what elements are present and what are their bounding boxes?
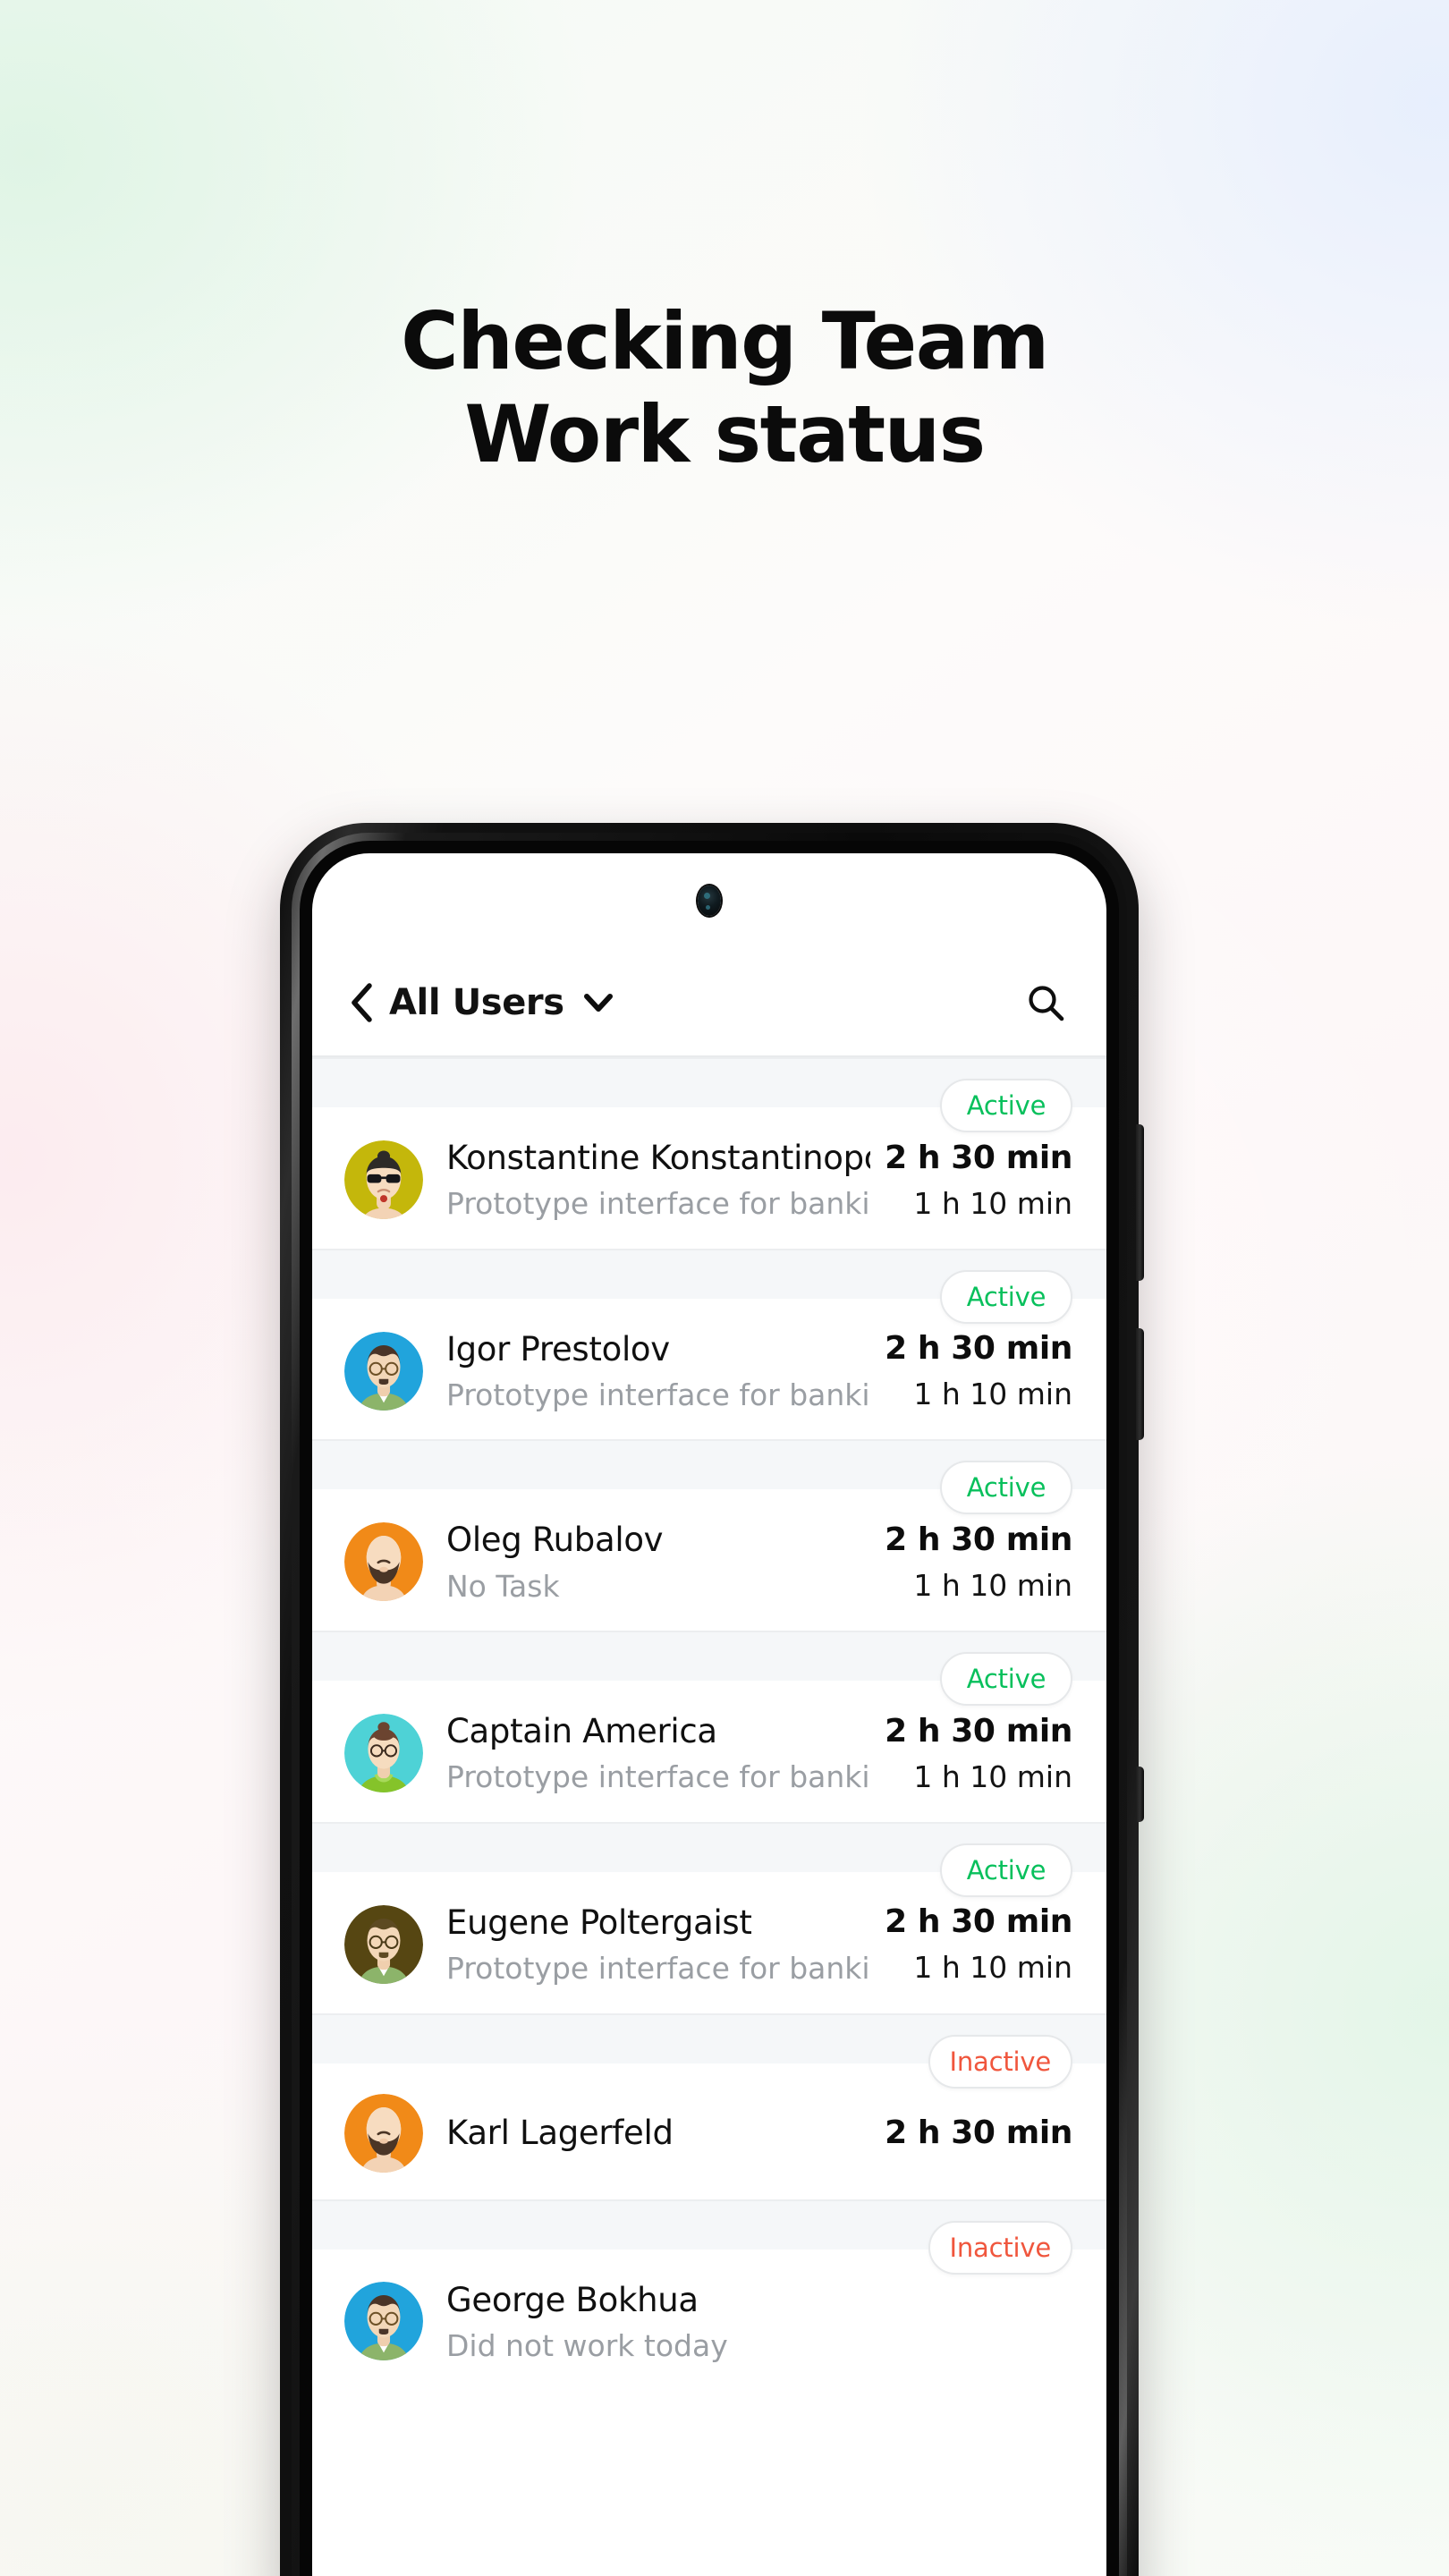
user-list[interactable]: Active Konstantine Konstantinopo... Proto…: [312, 1057, 1106, 2576]
user-list-item[interactable]: Active Eugene Poltergaist Prototype inter…: [312, 1821, 1106, 2013]
user-task: No Task: [446, 1568, 560, 1604]
user-name: Konstantine Konstantinopo...: [446, 1139, 871, 1177]
row-times: 2 h 30 min 1 h 10 min: [885, 1139, 1072, 1222]
avatar-glasses-blue-icon: [344, 2282, 423, 2361]
status-badge[interactable]: Active: [940, 1652, 1072, 1707]
status-badge[interactable]: Active: [940, 1269, 1072, 1324]
front-camera-icon: [698, 886, 721, 916]
phone-extra-button[interactable]: [1136, 1767, 1144, 1822]
time-total: 2 h 30 min: [885, 2114, 1072, 2151]
avatar-sunglasses-olive-icon: [344, 1140, 423, 1219]
user-name: Eugene Poltergaist: [446, 1902, 752, 1942]
user-task: Prototype interface for banking a...: [446, 1759, 870, 1795]
user-name: George Bokhua: [446, 2280, 699, 2319]
row-text: Igor Prestolov Prototype interface for ba…: [446, 1329, 885, 1413]
row-text: Eugene Poltergaist Prototype interface fo…: [446, 1902, 885, 1987]
row-times: 2 h 30 min: [885, 2114, 1072, 2153]
avatar[interactable]: [344, 1522, 423, 1602]
row-times: 2 h 30 min 1 h 10 min: [885, 1712, 1072, 1795]
user-list-item[interactable]: Active Igor Prestolov Prototype interface…: [312, 1248, 1106, 1440]
time-total: 2 h 30 min: [885, 1521, 1072, 1559]
avatar[interactable]: [344, 1714, 423, 1793]
user-name: Igor Prestolov: [446, 1329, 670, 1368]
time-task: 1 h 10 min: [913, 1950, 1072, 1986]
row-status-band: Active: [312, 1823, 1106, 1897]
phone-mockup: All Users Active Konstantine Konstantino…: [280, 823, 1144, 2576]
page-title: Checking Team Work status: [0, 295, 1449, 481]
row-status-band: Active: [312, 1250, 1106, 1324]
phone-power-button[interactable]: [1136, 1328, 1144, 1440]
page-title-line-2: Work status: [464, 387, 986, 480]
avatar[interactable]: [344, 2282, 423, 2361]
row-text: Karl Lagerfeld: [446, 2113, 885, 2153]
user-task: Prototype interface for banking a...: [446, 1951, 870, 1986]
header-title-group[interactable]: All Users: [350, 982, 613, 1023]
user-list-item[interactable]: Inactive Karl Lagerfeld 2 h 30 min: [312, 2012, 1106, 2199]
status-badge[interactable]: Inactive: [928, 2220, 1072, 2275]
user-name: Oleg Rubalov: [446, 1521, 664, 1560]
row-times: 2 h 30 min 1 h 10 min: [885, 1329, 1072, 1412]
phone-volume-button[interactable]: [1136, 1124, 1144, 1281]
page-title-line-1: Checking Team: [401, 295, 1049, 387]
row-text: George Bokhua Did not work today: [446, 2280, 1072, 2364]
avatar[interactable]: [344, 1331, 423, 1411]
user-task: Prototype interface for banking a...: [446, 1377, 870, 1412]
avatar-beard-orange-icon: [344, 2093, 423, 2173]
user-list-item[interactable]: Active Captain America Prototype interfac…: [312, 1631, 1106, 1822]
status-badge[interactable]: Active: [940, 1843, 1072, 1897]
status-badge[interactable]: Active: [940, 1079, 1072, 1132]
avatar-glasses-olive-icon: [344, 1904, 423, 1984]
status-badge[interactable]: Inactive: [928, 2034, 1072, 2089]
user-list-item[interactable]: Active Oleg Rubalov No Task 2 h 30 min 1 h …: [312, 1439, 1106, 1631]
row-status-band: Active: [312, 1441, 1106, 1515]
user-list-item[interactable]: Active Konstantine Konstantinopo... Proto…: [312, 1057, 1106, 1249]
row-status-band: Active: [312, 1632, 1106, 1707]
row-text: Konstantine Konstantinopo... Prototype in…: [446, 1138, 885, 1222]
row-text: Oleg Rubalov No Task: [446, 1520, 885, 1604]
time-total: 2 h 30 min: [885, 1330, 1072, 1368]
time-task: 1 h 10 min: [913, 1377, 1072, 1412]
avatar-beard-orange-icon: [344, 1522, 423, 1602]
user-task: Prototype interface for banking a...: [446, 1186, 870, 1222]
row-times: 2 h 30 min 1 h 10 min: [885, 1521, 1072, 1604]
header-title[interactable]: All Users: [389, 982, 564, 1023]
avatar[interactable]: [344, 2093, 423, 2173]
time-total: 2 h 30 min: [885, 1712, 1072, 1750]
time-task: 1 h 10 min: [913, 1758, 1072, 1794]
status-badge[interactable]: Active: [940, 1461, 1072, 1515]
phone-screen: All Users Active Konstantine Konstantino…: [312, 853, 1106, 2576]
user-name: Captain America: [446, 1712, 717, 1751]
row-status-band: Active: [312, 1059, 1106, 1132]
search-icon[interactable]: [1026, 983, 1065, 1022]
time-total: 2 h 30 min: [885, 1139, 1072, 1176]
user-list-item[interactable]: Inactive George Bokhua Did not work today: [312, 2199, 1106, 2391]
row-status-band: Inactive: [312, 2014, 1106, 2089]
avatar-bun-turquoise-icon: [344, 1714, 423, 1793]
avatar-glasses-blue-icon: [344, 1331, 423, 1411]
time-total: 2 h 30 min: [885, 1903, 1072, 1941]
avatar[interactable]: [344, 1904, 423, 1984]
row-text: Captain America Prototype interface for b…: [446, 1711, 885, 1795]
time-task: 1 h 10 min: [913, 1567, 1072, 1603]
user-name: Karl Lagerfeld: [446, 2114, 674, 2153]
time-task: 1 h 10 min: [913, 1185, 1072, 1221]
row-times: 2 h 30 min 1 h 10 min: [885, 1902, 1072, 1986]
chevron-left-icon[interactable]: [350, 983, 373, 1022]
app-header: All Users: [312, 950, 1106, 1057]
chevron-down-icon[interactable]: [580, 993, 613, 1013]
avatar[interactable]: [344, 1140, 423, 1219]
row-status-band: Inactive: [312, 2200, 1106, 2275]
user-task: Did not work today: [446, 2327, 728, 2363]
